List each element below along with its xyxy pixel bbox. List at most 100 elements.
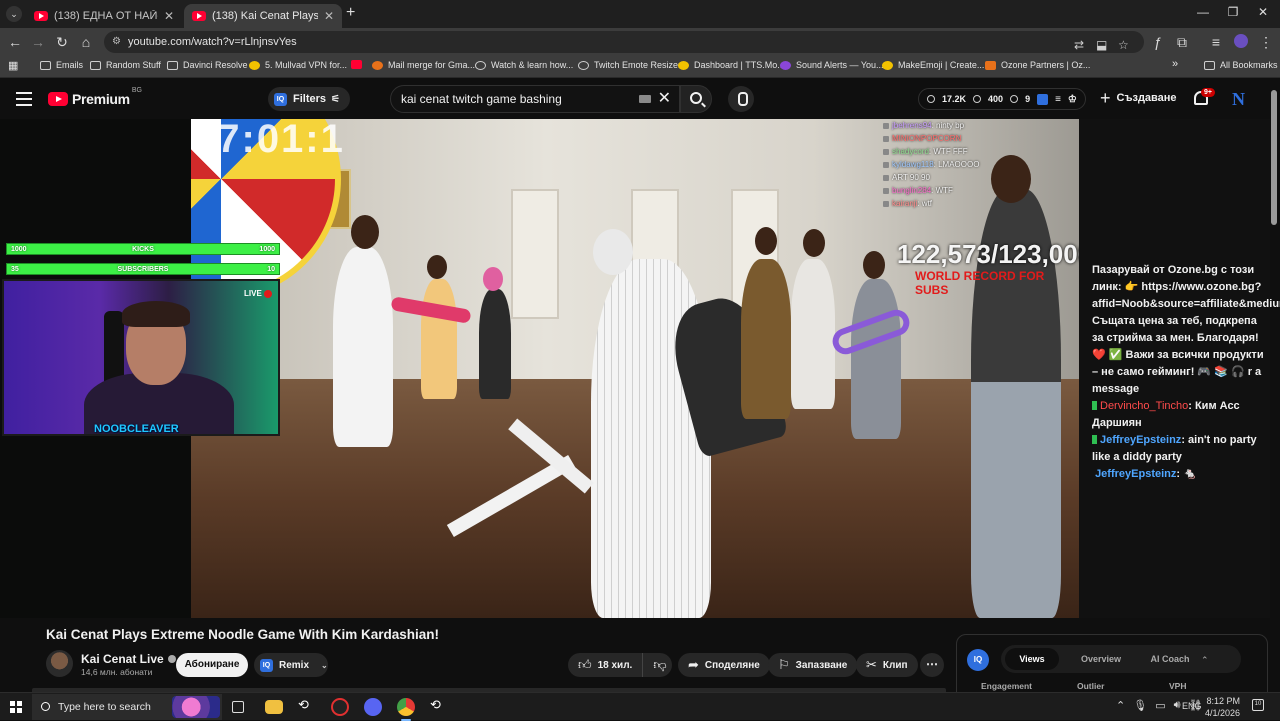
- bookmark-item[interactable]: Davinci Resolve: [167, 60, 248, 70]
- tab-ai-coach[interactable]: AI Coach: [1137, 648, 1203, 670]
- home-icon[interactable]: ⌂: [78, 34, 94, 50]
- taskbar-search-input[interactable]: Type here to search: [32, 694, 222, 720]
- bookmark-item[interactable]: Mail merge for Gma...: [372, 60, 475, 70]
- translate-icon[interactable]: ⇄: [1074, 34, 1084, 56]
- bookmark-item[interactable]: Dashboard | TTS.Mo...: [678, 60, 785, 70]
- subscriber-counter: 122,573/123,000: [897, 239, 1079, 269]
- close-tab-icon[interactable]: ✕: [164, 9, 174, 23]
- tray-overflow-icon[interactable]: ⌃: [1116, 699, 1125, 712]
- taskbar-clock[interactable]: 8:12 PM 4/1/2026: [1204, 695, 1240, 719]
- page-scrollbar[interactable]: [1271, 90, 1277, 225]
- iq-extension-icon[interactable]: [1037, 93, 1049, 105]
- collapse-chevron-icon[interactable]: ⌃: [1201, 655, 1209, 666]
- keyboard-icon[interactable]: [639, 95, 651, 103]
- list-icon[interactable]: ≡: [1055, 94, 1061, 105]
- discord-icon[interactable]: [364, 698, 382, 716]
- hamburger-menu-icon[interactable]: [16, 92, 32, 106]
- dislike-button[interactable]: 👎︎: [643, 657, 676, 673]
- new-tab-button[interactable]: +: [346, 4, 355, 22]
- fx-extension-icon[interactable]: ƒ: [1150, 34, 1166, 50]
- tab-overview[interactable]: Overview: [1071, 648, 1131, 670]
- voice-search-button[interactable]: [728, 86, 754, 112]
- tab-search-button[interactable]: ⌄: [6, 6, 22, 22]
- comments-icon: [1010, 95, 1019, 103]
- restore-window-icon[interactable]: ❐: [1218, 5, 1248, 19]
- chevron-down-icon[interactable]: ⌄: [321, 661, 328, 670]
- app-arrow-icon[interactable]: ⟲: [430, 697, 448, 715]
- account-avatar[interactable]: N: [1232, 89, 1245, 110]
- minimize-window-icon[interactable]: —: [1188, 5, 1218, 19]
- reload-icon[interactable]: ↻: [54, 34, 70, 50]
- clip-button[interactable]: ✂ Клип: [856, 653, 918, 677]
- video-player[interactable]: 47:01:1 122,573/123,000 WORLD RECORD FOR…: [191, 119, 1079, 618]
- browser-menu-icon[interactable]: ⋮: [1258, 34, 1274, 50]
- overlay-chat-line: jbehrens94: ninty bp: [883, 119, 1003, 132]
- bookmark-item[interactable]: MakeEmoji | Create...: [882, 60, 984, 70]
- file-explorer-icon[interactable]: [265, 700, 283, 714]
- extensions-icon[interactable]: ⧉: [1174, 34, 1190, 50]
- chat-username[interactable]: Dervincho_Tincho: [1100, 400, 1188, 412]
- profile-avatar[interactable]: [1234, 34, 1248, 48]
- search-highlight-art: [172, 696, 220, 718]
- volume-icon[interactable]: 🔊︎: [1174, 699, 1181, 712]
- microphone-icon[interactable]: 🎙︎: [1133, 699, 1147, 712]
- bookmark-item[interactable]: 5. Mullvad VPN for...: [249, 60, 347, 70]
- trophy-icon[interactable]: ♔: [1068, 94, 1077, 105]
- bookmark-item[interactable]: Ozone Partners | Oz...: [985, 60, 1090, 70]
- app-arrow-icon[interactable]: ⟲: [298, 697, 316, 715]
- forward-icon[interactable]: →: [30, 34, 46, 50]
- bookmark-star-icon[interactable]: ☆: [1118, 34, 1129, 56]
- chat-username[interactable]: JeffreyEpsteinz: [1095, 468, 1176, 480]
- iq-badge-icon: IQ: [260, 658, 273, 672]
- chat-username[interactable]: JeffreyEpsteinz: [1100, 434, 1181, 446]
- bookmark-item[interactable]: Random Stuff: [90, 60, 161, 70]
- bookmark-item[interactable]: [351, 60, 367, 69]
- network-icon[interactable]: ▭: [1155, 699, 1165, 712]
- remix-button[interactable]: IQ Remix ⌄: [254, 653, 328, 677]
- search-button[interactable]: [680, 85, 712, 113]
- address-bar[interactable]: ⚙ youtube.com/watch?v=rLlnjnsvYes ⇄ ⬓ ☆: [104, 31, 1144, 53]
- youtube-premium-logo[interactable]: Premium BG: [48, 87, 142, 107]
- close-tab-icon[interactable]: ✕: [324, 9, 334, 23]
- share-button[interactable]: ➦ Споделяне: [678, 653, 770, 677]
- tab-views[interactable]: Views: [1005, 648, 1059, 670]
- subscribe-button[interactable]: Абониране: [176, 653, 248, 677]
- chrome-icon[interactable]: [397, 698, 415, 721]
- browser-tab[interactable]: (138) ЕДНА ОТ НАЙ-ГОЛЕМИТ ✕: [26, 4, 182, 28]
- back-icon[interactable]: ←: [7, 34, 23, 50]
- save-button[interactable]: ⚐ Запазване: [768, 653, 858, 677]
- clear-search-icon[interactable]: ✕: [658, 86, 671, 112]
- streamer-webcam-overlay: LIVE NOOBCLEAVER: [2, 279, 280, 436]
- bookmark-item[interactable]: Twitch Emote Resizer: [578, 60, 681, 70]
- media-app-icon[interactable]: [331, 698, 349, 716]
- bookmark-item[interactable]: Emails: [40, 60, 83, 70]
- reading-list-icon[interactable]: ≡: [1208, 34, 1224, 50]
- filters-button[interactable]: IQ Filters ⚟: [268, 87, 350, 111]
- bookmark-item[interactable]: Sound Alerts — You...: [780, 60, 884, 70]
- iq-logo-icon: IQ: [967, 649, 989, 671]
- video-stats-pill[interactable]: 17.2K 400 9 ≡ ♔: [918, 88, 1086, 110]
- like-button[interactable]: 👍︎ 18 хил.: [568, 653, 644, 677]
- windows-start-icon[interactable]: [10, 701, 22, 713]
- channel-name[interactable]: Kai Cenat Live: [81, 652, 176, 666]
- chat-messages: Пазарувай от Ozone.bg с този линк: 👉 htt…: [1092, 262, 1280, 483]
- task-view-icon[interactable]: [232, 701, 244, 713]
- bookmarks-overflow-icon[interactable]: »: [1172, 58, 1178, 70]
- notification-center-icon[interactable]: 10: [1252, 699, 1264, 711]
- install-app-icon[interactable]: ⬓: [1096, 34, 1107, 56]
- bookmark-icon: ⚐: [778, 657, 790, 672]
- browser-tab-active[interactable]: (138) Kai Cenat Plays Extreme N ✕: [184, 4, 342, 28]
- verified-icon: [167, 655, 176, 663]
- apps-grid-icon[interactable]: ▦: [8, 59, 18, 72]
- channel-avatar[interactable]: [46, 650, 73, 677]
- column-vph: VPH: [1169, 681, 1187, 691]
- search-input[interactable]: kai cenat twitch game bashing ✕: [390, 85, 680, 113]
- globe-icon: [578, 60, 589, 70]
- more-actions-button[interactable]: ⋯: [920, 653, 944, 677]
- site-info-icon[interactable]: ⚙: [112, 31, 121, 53]
- bookmark-item[interactable]: Watch & learn how...: [475, 60, 573, 70]
- language-indicator[interactable]: ENG: [1182, 701, 1202, 711]
- close-window-icon[interactable]: ✕: [1248, 5, 1278, 19]
- all-bookmarks-button[interactable]: All Bookmarks: [1204, 60, 1278, 70]
- create-button[interactable]: + Създаване: [1100, 89, 1177, 107]
